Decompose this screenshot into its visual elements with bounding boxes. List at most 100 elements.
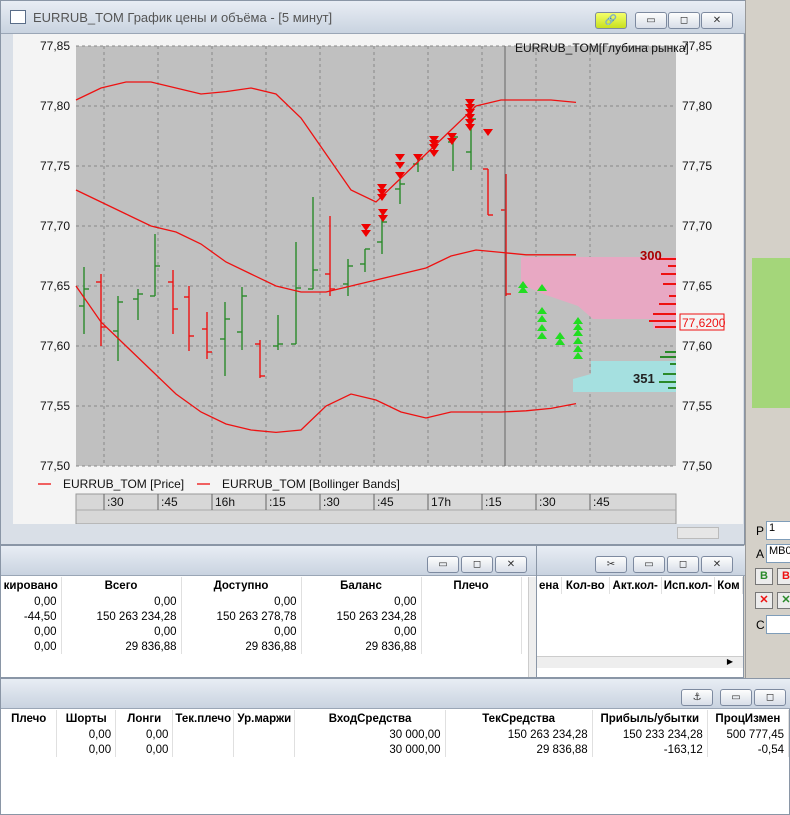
col-header[interactable]: ТекСредства xyxy=(445,710,593,727)
cell: -44,50 xyxy=(1,609,62,624)
col-header[interactable]: Ур.маржи xyxy=(233,710,296,727)
close-button[interactable]: ✕ xyxy=(701,556,733,573)
link-icon[interactable]: 🔗 xyxy=(595,12,627,29)
time-tick-label: :30 xyxy=(539,495,556,509)
cell xyxy=(172,727,235,742)
col-header[interactable]: ВходСредства xyxy=(294,710,446,727)
y-tick-label: 77,50 xyxy=(682,459,712,473)
cell: 29 836,88 xyxy=(445,742,593,757)
y-tick-label: 77,85 xyxy=(40,39,70,53)
ask-volume-label: 300 xyxy=(640,248,662,263)
cell xyxy=(172,742,235,757)
unlink-icon[interactable]: ✂ xyxy=(595,556,627,573)
col-header[interactable]: Акт.кол- xyxy=(609,577,662,594)
minimize-button[interactable]: ▭ xyxy=(720,689,752,706)
y-tick-label: 77,55 xyxy=(682,399,712,413)
col-header[interactable]: Прибыль/убытки xyxy=(592,710,708,727)
buy-button[interactable]: B xyxy=(755,568,773,585)
col-header[interactable]: Плечо xyxy=(1,710,58,727)
a-label: A xyxy=(756,547,765,561)
cell: 0,00 xyxy=(115,742,174,757)
cell: 500 777,45 xyxy=(707,727,790,742)
y-tick-label: 77,50 xyxy=(40,459,70,473)
cell: 0,00 xyxy=(181,594,302,609)
cell: -163,12 xyxy=(592,742,708,757)
cell: 0,00 xyxy=(61,624,182,639)
cell: 0,00 xyxy=(1,639,62,654)
col-header[interactable]: кировано xyxy=(1,577,62,594)
col-header[interactable]: Всего xyxy=(61,577,182,594)
cell: 0,00 xyxy=(301,624,422,639)
table-row[interactable]: 0,00 29 836,88 29 836,88 29 836,88 xyxy=(1,639,522,654)
table-row[interactable]: 0,00 0,00 0,00 0,00 xyxy=(1,594,522,609)
col-header[interactable]: Шорты xyxy=(56,710,117,727)
col-header[interactable]: ена xyxy=(537,577,562,594)
cancel-buy-button[interactable]: ✕ xyxy=(777,592,790,609)
orders-window: ✂ ▭ ◻ ✕ ена Кол-во Акт.кол- Исп.кол- Ком… xyxy=(536,545,745,678)
horizontal-scrollbar[interactable] xyxy=(677,527,719,539)
table-row[interactable]: 0,00 0,00 30 000,00 150 263 234,28 150 233 2… xyxy=(1,727,790,742)
chart-titlebar[interactable]: EURRUB_TOM График цены и объёма - [5 мин… xyxy=(1,1,746,34)
cell xyxy=(233,742,296,757)
col-header[interactable]: Кол-во xyxy=(561,577,610,594)
c-input[interactable] xyxy=(766,615,790,634)
minimize-button[interactable]: ▭ xyxy=(633,556,665,573)
col-header[interactable]: Баланс xyxy=(301,577,422,594)
orders-table: ена Кол-во Акт.кол- Исп.кол- Ком xyxy=(537,577,744,594)
time-tick-label: :30 xyxy=(107,495,124,509)
cell: 150 263 234,28 xyxy=(61,609,182,624)
buy-button-2[interactable]: B xyxy=(777,568,790,585)
y-tick-label: 77,80 xyxy=(40,99,70,113)
account-input[interactable]: MB0 xyxy=(766,544,790,563)
col-header[interactable]: ПроцИзмен xyxy=(707,710,790,727)
time-tick-label: 16h xyxy=(215,495,235,509)
time-tick-label: :30 xyxy=(323,495,340,509)
col-header[interactable]: Исп.кол- xyxy=(661,577,715,594)
anchor-icon[interactable]: ⚓ xyxy=(681,689,713,706)
legend-price: EURRUB_TOM [Price] xyxy=(63,477,184,491)
cell: 150 233 234,28 xyxy=(592,727,708,742)
y-tick-label: 77,75 xyxy=(682,159,712,173)
account-titlebar[interactable]: ▭ ◻ ✕ xyxy=(1,546,539,576)
current-price-label: 77,6200 xyxy=(682,316,726,330)
cell: 0,00 xyxy=(56,727,117,742)
maximize-button[interactable]: ◻ xyxy=(461,556,493,573)
time-tick-label: :45 xyxy=(593,495,610,509)
maximize-button[interactable]: ◻ xyxy=(754,689,786,706)
cell: 0,00 xyxy=(301,594,422,609)
table-row[interactable]: -44,50 150 263 234,28 150 263 278,78 150 26… xyxy=(1,609,522,624)
cancel-sell-button[interactable]: ✕ xyxy=(755,592,773,609)
cell: 0,00 xyxy=(115,727,174,742)
price-chart[interactable]: 77,85 77,80 77,75 77,70 77,65 77,60 77,55 77,50… xyxy=(13,34,743,524)
horizontal-scrollbar[interactable]: ▶ xyxy=(537,656,743,668)
limits-titlebar[interactable]: ⚓ ▭ ◻ xyxy=(1,679,790,709)
time-tick-label: :45 xyxy=(377,495,394,509)
col-header[interactable]: Тек.плечо xyxy=(172,710,235,727)
maximize-button[interactable]: ◻ xyxy=(667,556,699,573)
cell: 150 263 234,28 xyxy=(445,727,593,742)
p-input[interactable]: 1 xyxy=(766,521,790,540)
cell xyxy=(421,594,522,609)
close-button[interactable]: ✕ xyxy=(701,12,733,29)
table-row[interactable]: 0,00 0,00 0,00 0,00 xyxy=(1,624,522,639)
col-header[interactable]: Плечо xyxy=(421,577,522,594)
minimize-button[interactable]: ▭ xyxy=(635,12,667,29)
cell xyxy=(421,639,522,654)
close-button[interactable]: ✕ xyxy=(495,556,527,573)
cell: 150 263 234,28 xyxy=(301,609,422,624)
orders-titlebar[interactable]: ✂ ▭ ◻ ✕ xyxy=(537,546,745,576)
minimize-button[interactable]: ▭ xyxy=(427,556,459,573)
plot-area xyxy=(76,46,676,466)
cell: 0,00 xyxy=(56,742,117,757)
chart-app-icon xyxy=(10,10,26,24)
limits-header-row: Плечо Шорты Лонги Тек.плечо Ур.маржи Вхо… xyxy=(1,710,790,727)
y-tick-label: 77,65 xyxy=(40,279,70,293)
y-tick-label: 77,70 xyxy=(682,219,712,233)
time-tick-label: :45 xyxy=(161,495,178,509)
table-row[interactable]: 0,00 0,00 30 000,00 29 836,88 -163,12 -0,54 xyxy=(1,742,790,757)
maximize-button[interactable]: ◻ xyxy=(668,12,700,29)
col-header[interactable]: Лонги xyxy=(115,710,174,727)
col-header[interactable]: Ком xyxy=(714,577,744,594)
col-header[interactable]: Доступно xyxy=(181,577,302,594)
cell: 30 000,00 xyxy=(294,727,446,742)
